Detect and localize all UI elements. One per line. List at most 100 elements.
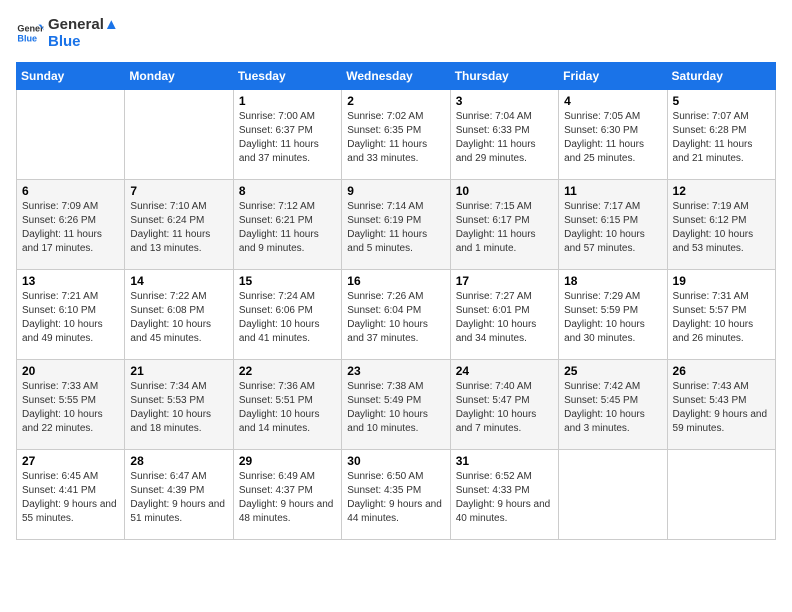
calendar-cell: 28 Sunrise: 6:47 AM Sunset: 4:39 PM Dayli…: [125, 450, 233, 540]
calendar-cell: 19 Sunrise: 7:31 AM Sunset: 5:57 PM Dayli…: [667, 270, 775, 360]
weekday-header-sunday: Sunday: [17, 63, 125, 90]
calendar-cell: 20Sunrise: 7:33 AM Sunset: 5:55 PM Dayli…: [17, 360, 125, 450]
day-info: Sunrise: 7:22 AM Sunset: 6:08 PM Dayligh…: [130, 290, 227, 346]
day-info: Sunrise: 7:00 AM Sunset: 6:37 PM Dayligh…: [239, 110, 336, 166]
day-number: 29: [239, 454, 336, 468]
weekday-header-wednesday: Wednesday: [342, 63, 450, 90]
day-info: Sunrise: 7:36 AM Sunset: 5:51 PM Dayligh…: [239, 380, 336, 436]
calendar-cell: 13Sunrise: 7:21 AM Sunset: 6:10 PM Dayli…: [17, 270, 125, 360]
day-info: Sunrise: 6:52 AM Sunset: 4:33 PM Dayligh…: [456, 470, 553, 526]
day-info: Sunrise: 7:34 AM Sunset: 5:53 PM Dayligh…: [130, 380, 227, 436]
day-info: Sunrise: 7:19 AM Sunset: 6:12 PM Dayligh…: [673, 200, 770, 256]
calendar-week-1: 1 Sunrise: 7:00 AM Sunset: 6:37 PM Daylig…: [17, 90, 776, 180]
day-number: 12: [673, 184, 770, 198]
calendar-week-2: 6Sunrise: 7:09 AM Sunset: 6:26 PM Daylig…: [17, 180, 776, 270]
calendar-cell: 1 Sunrise: 7:00 AM Sunset: 6:37 PM Daylig…: [233, 90, 341, 180]
calendar-body: 1 Sunrise: 7:00 AM Sunset: 6:37 PM Daylig…: [17, 90, 776, 540]
day-number: 14: [130, 274, 227, 288]
day-info: Sunrise: 7:27 AM Sunset: 6:01 PM Dayligh…: [456, 290, 553, 346]
calendar-cell: 16 Sunrise: 7:26 AM Sunset: 6:04 PM Dayli…: [342, 270, 450, 360]
weekday-header-friday: Friday: [559, 63, 667, 90]
calendar-cell: 3 Sunrise: 7:04 AM Sunset: 6:33 PM Daylig…: [450, 90, 558, 180]
calendar-cell: [17, 90, 125, 180]
calendar-cell: 25 Sunrise: 7:42 AM Sunset: 5:45 PM Dayli…: [559, 360, 667, 450]
calendar-cell: 29 Sunrise: 6:49 AM Sunset: 4:37 PM Dayli…: [233, 450, 341, 540]
day-number: 16: [347, 274, 444, 288]
calendar-cell: 10Sunrise: 7:15 AM Sunset: 6:17 PM Dayli…: [450, 180, 558, 270]
calendar-cell: 9Sunrise: 7:14 AM Sunset: 6:19 PM Daylig…: [342, 180, 450, 270]
day-number: 7: [130, 184, 227, 198]
day-number: 5: [673, 94, 770, 108]
day-info: Sunrise: 7:17 AM Sunset: 6:15 PM Dayligh…: [564, 200, 661, 256]
day-info: Sunrise: 6:49 AM Sunset: 4:37 PM Dayligh…: [239, 470, 336, 526]
day-number: 26: [673, 364, 770, 378]
calendar-table: SundayMondayTuesdayWednesdayThursdayFrid…: [16, 62, 776, 540]
page-header: General Blue General▲ Blue: [16, 16, 776, 50]
calendar-cell: 30 Sunrise: 6:50 AM Sunset: 4:35 PM Dayli…: [342, 450, 450, 540]
weekday-header-row: SundayMondayTuesdayWednesdayThursdayFrid…: [17, 63, 776, 90]
calendar-cell: 12 Sunrise: 7:19 AM Sunset: 6:12 PM Dayli…: [667, 180, 775, 270]
logo-icon: General Blue: [16, 19, 44, 47]
day-number: 30: [347, 454, 444, 468]
calendar-cell: 23Sunrise: 7:38 AM Sunset: 5:49 PM Dayli…: [342, 360, 450, 450]
calendar-cell: 11 Sunrise: 7:17 AM Sunset: 6:15 PM Dayli…: [559, 180, 667, 270]
day-info: Sunrise: 7:29 AM Sunset: 5:59 PM Dayligh…: [564, 290, 661, 346]
day-number: 1: [239, 94, 336, 108]
day-number: 4: [564, 94, 661, 108]
day-number: 3: [456, 94, 553, 108]
calendar-cell: [559, 450, 667, 540]
day-number: 9: [347, 184, 444, 198]
day-number: 11: [564, 184, 661, 198]
day-number: 17: [456, 274, 553, 288]
calendar-week-5: 27Sunrise: 6:45 AM Sunset: 4:41 PM Dayli…: [17, 450, 776, 540]
calendar-cell: 17 Sunrise: 7:27 AM Sunset: 6:01 PM Dayli…: [450, 270, 558, 360]
day-number: 20: [22, 364, 119, 378]
day-info: Sunrise: 7:31 AM Sunset: 5:57 PM Dayligh…: [673, 290, 770, 346]
calendar-cell: 2Sunrise: 7:02 AM Sunset: 6:35 PM Daylig…: [342, 90, 450, 180]
calendar-cell: 6Sunrise: 7:09 AM Sunset: 6:26 PM Daylig…: [17, 180, 125, 270]
calendar-cell: 14 Sunrise: 7:22 AM Sunset: 6:08 PM Dayli…: [125, 270, 233, 360]
calendar-cell: [125, 90, 233, 180]
day-info: Sunrise: 7:07 AM Sunset: 6:28 PM Dayligh…: [673, 110, 770, 166]
calendar-cell: 27Sunrise: 6:45 AM Sunset: 4:41 PM Dayli…: [17, 450, 125, 540]
calendar-cell: 26 Sunrise: 7:43 AM Sunset: 5:43 PM Dayli…: [667, 360, 775, 450]
day-number: 10: [456, 184, 553, 198]
weekday-header-thursday: Thursday: [450, 63, 558, 90]
day-number: 19: [673, 274, 770, 288]
calendar-cell: 15Sunrise: 7:24 AM Sunset: 6:06 PM Dayli…: [233, 270, 341, 360]
day-info: Sunrise: 7:12 AM Sunset: 6:21 PM Dayligh…: [239, 200, 336, 256]
day-info: Sunrise: 7:43 AM Sunset: 5:43 PM Dayligh…: [673, 380, 770, 436]
day-info: Sunrise: 7:26 AM Sunset: 6:04 PM Dayligh…: [347, 290, 444, 346]
calendar-cell: 4 Sunrise: 7:05 AM Sunset: 6:30 PM Daylig…: [559, 90, 667, 180]
calendar-week-3: 13Sunrise: 7:21 AM Sunset: 6:10 PM Dayli…: [17, 270, 776, 360]
weekday-header-saturday: Saturday: [667, 63, 775, 90]
calendar-cell: 18Sunrise: 7:29 AM Sunset: 5:59 PM Dayli…: [559, 270, 667, 360]
calendar-cell: 31 Sunrise: 6:52 AM Sunset: 4:33 PM Dayli…: [450, 450, 558, 540]
day-info: Sunrise: 7:02 AM Sunset: 6:35 PM Dayligh…: [347, 110, 444, 166]
day-info: Sunrise: 6:50 AM Sunset: 4:35 PM Dayligh…: [347, 470, 444, 526]
calendar-cell: 5 Sunrise: 7:07 AM Sunset: 6:28 PM Daylig…: [667, 90, 775, 180]
day-number: 21: [130, 364, 227, 378]
day-number: 25: [564, 364, 661, 378]
day-info: Sunrise: 7:42 AM Sunset: 5:45 PM Dayligh…: [564, 380, 661, 436]
day-info: Sunrise: 7:09 AM Sunset: 6:26 PM Dayligh…: [22, 200, 119, 256]
day-info: Sunrise: 7:10 AM Sunset: 6:24 PM Dayligh…: [130, 200, 227, 256]
calendar-cell: 21 Sunrise: 7:34 AM Sunset: 5:53 PM Dayli…: [125, 360, 233, 450]
day-number: 28: [130, 454, 227, 468]
day-info: Sunrise: 7:05 AM Sunset: 6:30 PM Dayligh…: [564, 110, 661, 166]
weekday-header-tuesday: Tuesday: [233, 63, 341, 90]
day-info: Sunrise: 6:45 AM Sunset: 4:41 PM Dayligh…: [22, 470, 119, 526]
day-number: 15: [239, 274, 336, 288]
logo-blue: Blue: [48, 33, 119, 50]
day-info: Sunrise: 6:47 AM Sunset: 4:39 PM Dayligh…: [130, 470, 227, 526]
calendar-cell: 8Sunrise: 7:12 AM Sunset: 6:21 PM Daylig…: [233, 180, 341, 270]
logo-text: General▲: [48, 16, 119, 33]
weekday-header-monday: Monday: [125, 63, 233, 90]
calendar-cell: 22Sunrise: 7:36 AM Sunset: 5:51 PM Dayli…: [233, 360, 341, 450]
day-info: Sunrise: 7:04 AM Sunset: 6:33 PM Dayligh…: [456, 110, 553, 166]
day-number: 24: [456, 364, 553, 378]
calendar-cell: 7 Sunrise: 7:10 AM Sunset: 6:24 PM Daylig…: [125, 180, 233, 270]
day-info: Sunrise: 7:21 AM Sunset: 6:10 PM Dayligh…: [22, 290, 119, 346]
day-number: 31: [456, 454, 553, 468]
calendar-cell: 24Sunrise: 7:40 AM Sunset: 5:47 PM Dayli…: [450, 360, 558, 450]
